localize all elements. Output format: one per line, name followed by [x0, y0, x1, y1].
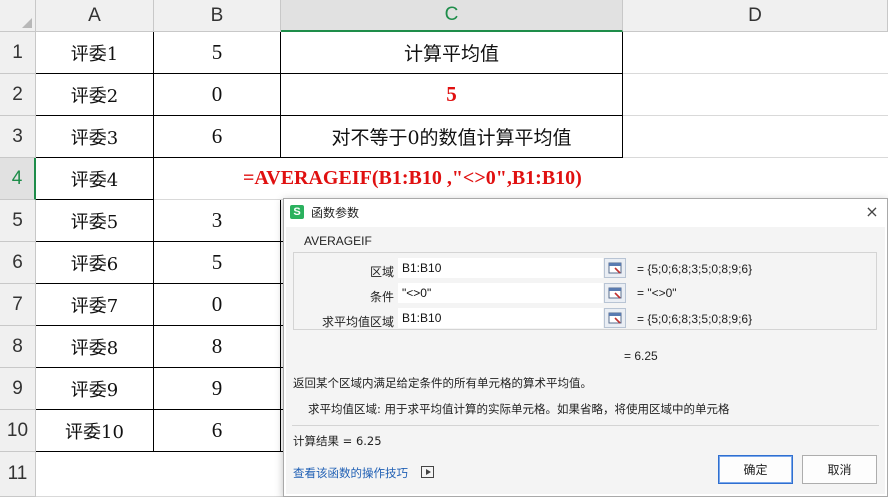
criteria-ref-button[interactable]	[604, 283, 626, 303]
cell-b9[interactable]: 9	[154, 368, 281, 410]
cell-b5[interactable]: 3	[154, 200, 281, 242]
cell-d2[interactable]	[623, 74, 888, 116]
column-header-d[interactable]: D	[623, 0, 888, 32]
formula-result: = 6.25	[624, 349, 658, 363]
cell-b8[interactable]: 8	[154, 326, 281, 368]
cell-a7[interactable]: 评委7	[36, 284, 154, 326]
cell-b3[interactable]: 6	[154, 116, 281, 158]
column-header-c[interactable]: C	[281, 0, 623, 32]
function-tips-link[interactable]: 查看该函数的操作技巧	[293, 465, 408, 481]
cell-b7[interactable]: 0	[154, 284, 281, 326]
cell-a10[interactable]: 评委10	[36, 410, 154, 452]
ok-button[interactable]: 确定	[718, 455, 793, 484]
row-header-6[interactable]: 6	[0, 242, 36, 284]
cell-a9[interactable]: 评委9	[36, 368, 154, 410]
arg-label-criteria: 条件	[369, 290, 394, 304]
row-header-10[interactable]: 10	[0, 410, 36, 452]
wps-spreadsheet-icon: S	[290, 205, 304, 219]
column-header-b[interactable]: B	[154, 0, 281, 32]
average-range-ref-button[interactable]	[604, 308, 626, 328]
cell-b2[interactable]: 0	[154, 74, 281, 116]
average-range-input[interactable]: B1:B10	[398, 308, 603, 328]
row-header-4[interactable]: 4	[0, 158, 36, 200]
cell-a3[interactable]: 评委3	[36, 116, 154, 158]
function-name: AVERAGEIF	[304, 234, 372, 248]
cell-c1[interactable]: 计算平均值	[281, 32, 623, 74]
criteria-result: = "<>0"	[637, 286, 677, 300]
collapse-dialog-icon	[608, 312, 622, 324]
close-button[interactable]: ×	[863, 203, 881, 221]
dialog-divider	[292, 425, 879, 426]
cell-d3[interactable]	[623, 116, 888, 158]
function-description: 返回某个区域内满足给定条件的所有单元格的算术平均值。	[293, 376, 592, 390]
cell-b1[interactable]: 5	[154, 32, 281, 74]
column-header-a[interactable]: A	[36, 0, 154, 32]
average-range-result: = {5;0;6;8;3;5;0;8;9;6}	[637, 312, 753, 326]
arg-label-average-range: 求平均值区域	[321, 315, 394, 329]
criteria-input[interactable]: "<>0"	[398, 283, 603, 303]
row-header-1[interactable]: 1	[0, 32, 36, 74]
cell-a4[interactable]: 评委4	[36, 158, 154, 200]
cell-a6[interactable]: 评委6	[36, 242, 154, 284]
select-all-corner[interactable]	[0, 0, 36, 32]
row-header-7[interactable]: 7	[0, 284, 36, 326]
cell-a1[interactable]: 评委1	[36, 32, 154, 74]
cell-a2[interactable]: 评委2	[36, 74, 154, 116]
row-header-3[interactable]: 3	[0, 116, 36, 158]
cancel-button[interactable]: 取消	[802, 455, 877, 484]
row-header-11[interactable]: 11	[0, 452, 36, 497]
function-arguments-dialog: S 函数参数 × AVERAGEIF 区域 B1:B10 = {5;0;6;8;…	[283, 198, 888, 497]
row-header-8[interactable]: 8	[0, 326, 36, 368]
cell-a8[interactable]: 评委8	[36, 326, 154, 368]
cell-b6[interactable]: 5	[154, 242, 281, 284]
arguments-group: 区域 B1:B10 = {5;0;6;8;3;5;0;8;9;6} 条件 "<>…	[293, 252, 877, 330]
range-ref-button[interactable]	[604, 258, 626, 278]
row-header-9[interactable]: 9	[0, 368, 36, 410]
row-header-5[interactable]: 5	[0, 200, 36, 242]
collapse-dialog-icon	[608, 287, 622, 299]
cell-d1[interactable]	[623, 32, 888, 74]
cell-c3[interactable]: 对不等于0的数值计算平均值	[281, 116, 623, 158]
range-input[interactable]: B1:B10	[398, 258, 603, 278]
video-icon[interactable]	[421, 466, 434, 478]
cell-b10[interactable]: 6	[154, 410, 281, 452]
dialog-title: 函数参数	[311, 206, 360, 220]
cell-c2[interactable]: 5	[281, 74, 623, 116]
collapse-dialog-icon	[608, 262, 622, 274]
row-header-2[interactable]: 2	[0, 74, 36, 116]
range-result: = {5;0;6;8;3;5;0;8;9;6}	[637, 262, 753, 276]
calculation-result: 计算结果 = 6.25	[293, 434, 382, 448]
cell-b4-formula[interactable]: =AVERAGEIF(B1:B10 ,"<>0",B1:B10)	[154, 158, 888, 200]
argument-description: 求平均值区域: 用于求平均值计算的实际单元格。如果省略，将使用区域中的单元格	[308, 402, 730, 416]
cell-a5[interactable]: 评委5	[36, 200, 154, 242]
dialog-titlebar[interactable]: S 函数参数 ×	[284, 199, 887, 226]
arg-label-range: 区域	[369, 265, 394, 279]
